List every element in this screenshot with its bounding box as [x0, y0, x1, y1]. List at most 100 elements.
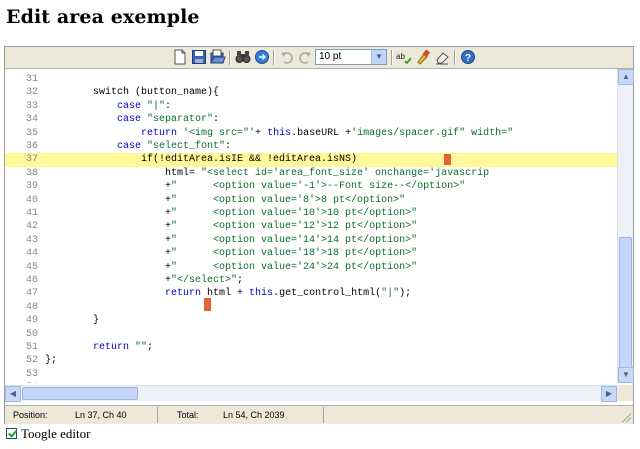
horizontal-scroll-thumb[interactable] — [22, 387, 138, 400]
new-document-icon[interactable] — [172, 49, 188, 65]
font-size-select[interactable]: 10 pt ▼ — [315, 49, 387, 65]
vertical-scrollbar[interactable]: ▲ ▼ — [617, 69, 634, 383]
code-line[interactable]: 31 — [5, 73, 617, 86]
code-line[interactable]: 37 if(!editArea.isIE && !editArea.isNS) — [5, 153, 617, 167]
scroll-right-button[interactable]: ▶ — [601, 386, 617, 402]
scroll-corner — [617, 385, 633, 401]
code-text: +"</select>"; — [45, 274, 243, 287]
position-value: Ln 37, Ch 40 — [75, 410, 127, 420]
code-token: + — [45, 248, 172, 260]
line-number: 49 — [25, 315, 38, 327]
line-number: 50 — [25, 328, 38, 340]
code-token: "|" — [147, 100, 166, 112]
code-text: +" <option value='-1'>--Font size--</opt… — [45, 180, 465, 193]
vertical-scroll-thumb[interactable] — [619, 237, 632, 369]
code-line[interactable]: 34 case "separator": — [5, 113, 617, 126]
line-number: 42 — [25, 221, 38, 233]
code-line[interactable]: 50 — [5, 328, 617, 341]
code-line[interactable]: 39 +" <option value='-1'>--Font size--</… — [5, 180, 617, 193]
line-number: 31 — [25, 74, 38, 85]
code-line[interactable]: 54 — [5, 381, 617, 383]
eraser-icon[interactable] — [434, 49, 450, 65]
chevron-down-icon[interactable]: ▼ — [371, 50, 386, 64]
redo-icon[interactable] — [297, 49, 313, 65]
code-token: case — [45, 100, 148, 112]
line-number: 54 — [5, 381, 38, 383]
code-line[interactable]: 41 +" <option value='10'>10 pt</option>" — [5, 207, 617, 220]
code-token: "|" — [381, 288, 400, 300]
line-number: 35 — [25, 127, 38, 139]
line-number: 51 — [25, 342, 38, 353]
code-text: +" <option value='8'>8 pt</option>" — [45, 194, 405, 207]
code-line[interactable]: 43 +" <option value='14'>14 pt</option>" — [5, 234, 617, 247]
resize-grip-icon[interactable] — [621, 412, 631, 422]
horizontal-scrollbar[interactable]: ◀ ▶ — [5, 385, 617, 402]
line-number: 44 — [25, 248, 38, 260]
code-token: " <option value='14'>14 pt</option>" — [171, 234, 418, 246]
code-token: return — [45, 288, 208, 300]
code-line[interactable]: 36 case "select_font": — [5, 140, 617, 153]
svg-text:?: ? — [465, 53, 471, 64]
goto-line-icon[interactable] — [254, 49, 270, 65]
code-line[interactable]: 45 +" <option value='24'>24 pt</option>" — [5, 261, 617, 274]
code-line[interactable]: 32 switch (button_name){ — [5, 86, 617, 99]
toggle-editor-checkbox[interactable] — [6, 428, 17, 439]
code-token: this — [249, 288, 274, 300]
code-text: +" <option value='14'>14 pt</option>" — [45, 234, 417, 247]
code-token: this — [267, 127, 292, 139]
code-line[interactable]: 33 case "|": — [5, 100, 617, 113]
code-token: + — [45, 208, 172, 219]
code-token: " <option value='24'>24 pt</option>" — [171, 261, 418, 273]
code-line[interactable]: 38 html= "<select id='area_font_size' on… — [5, 167, 617, 180]
editor-toolbar: 10 pt ▼ ab ? — [5, 47, 633, 69]
code-line[interactable]: 48 — [5, 301, 617, 314]
code-token: + — [45, 181, 172, 193]
code-token: " <option value='10'>10 pt</option>" — [171, 208, 418, 219]
scroll-down-button[interactable]: ▼ — [618, 367, 634, 383]
code-text: case "select_font": — [45, 140, 231, 153]
status-bar: Position: Ln 37, Ch 40 Total: Ln 54, Ch … — [5, 405, 633, 424]
scroll-up-button[interactable]: ▲ — [618, 69, 634, 85]
code-token: : — [213, 114, 220, 126]
code-line[interactable]: 40 +" <option value='8'>8 pt</option>" — [5, 194, 617, 207]
code-token: + — [255, 127, 268, 139]
code-text: +" <option value='24'>24 pt</option>" — [45, 261, 417, 274]
code-line[interactable]: 49 } — [5, 314, 617, 327]
code-token: " <option value='-1'>--Font size--</opti… — [171, 181, 466, 193]
total-label: Total: — [177, 410, 199, 420]
total-value: Ln 54, Ch 2039 — [223, 410, 285, 420]
line-number: 38 — [25, 167, 38, 179]
code-line[interactable]: 51 return ""; — [5, 341, 617, 354]
code-line[interactable]: 52}; — [5, 354, 617, 367]
scroll-left-button[interactable]: ◀ — [5, 386, 21, 402]
code-line[interactable]: 46 +"</select>"; — [5, 274, 617, 287]
code-token: + — [45, 275, 172, 286]
code-token: "select_font" — [147, 141, 226, 152]
search-icon[interactable] — [235, 49, 251, 65]
code-token: ; — [237, 275, 244, 286]
code-line[interactable]: 47 return html + this.get_control_html("… — [5, 287, 617, 300]
code-text: }; — [45, 354, 57, 367]
code-editor: 10 pt ▼ ab ? 31 32 switch (button_name){3… — [4, 46, 634, 424]
code-token: return — [45, 342, 136, 353]
line-number: 40 — [25, 194, 38, 206]
syntax-highlight-icon[interactable]: ab — [396, 49, 412, 65]
code-text: return ""; — [45, 341, 153, 354]
code-area[interactable]: 31 32 switch (button_name){33 case "|": 34… — [5, 69, 617, 383]
line-number: 45 — [25, 261, 38, 273]
line-number: 53 — [25, 368, 38, 380]
code-text: if(!editArea.isIE && !editArea.isNS) — [45, 153, 357, 166]
help-icon[interactable]: ? — [460, 49, 476, 65]
code-line[interactable]: 44 +" <option value='18'>18 pt</option>" — [5, 247, 617, 260]
undo-icon[interactable] — [279, 49, 295, 65]
highlight-brush-icon[interactable] — [415, 49, 431, 65]
code-token: case — [45, 114, 148, 126]
toggle-editor-label: Toogle editor — [21, 426, 91, 441]
code-text: switch (button_name){ — [45, 86, 219, 99]
code-line[interactable]: 42 +" <option value='12'>12 pt</option>" — [5, 220, 617, 233]
code-line[interactable]: 35 return '<img src="'+ this.baseURL +'i… — [5, 127, 617, 140]
open-folder-icon[interactable] — [210, 49, 226, 65]
code-line[interactable]: 53 — [5, 368, 617, 381]
save-icon[interactable] — [191, 49, 207, 65]
line-number: 41 — [25, 208, 38, 219]
